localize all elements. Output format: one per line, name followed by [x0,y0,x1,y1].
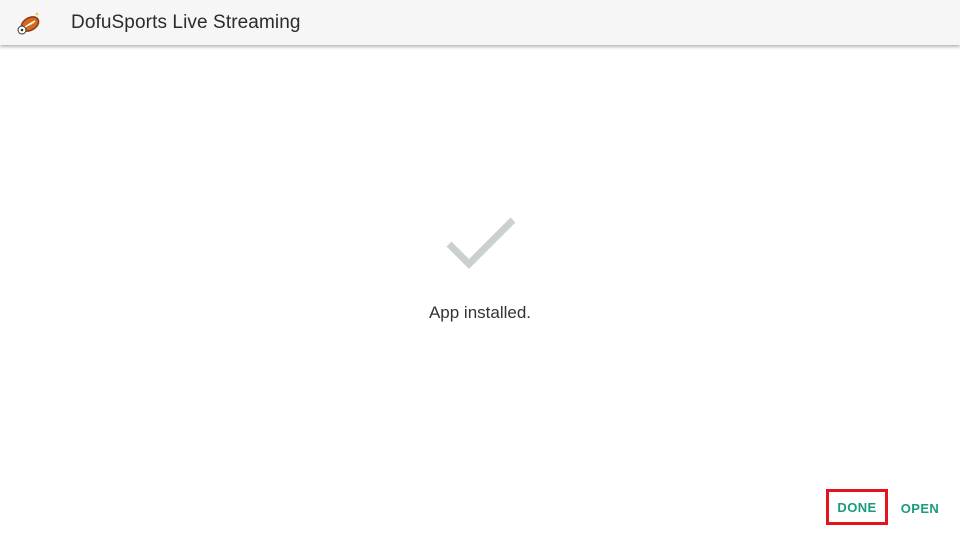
checkmark-icon [446,217,516,269]
app-header: DofuSports Live Streaming [0,0,960,45]
install-status-message: App installed. [428,303,532,322]
install-screen: DofuSports Live Streaming App installed.… [0,0,960,535]
app-title: DofuSports Live Streaming [71,12,301,33]
open-button[interactable]: OPEN [896,492,944,524]
done-button[interactable]: DONE [826,489,888,525]
football-app-icon [17,12,40,35]
